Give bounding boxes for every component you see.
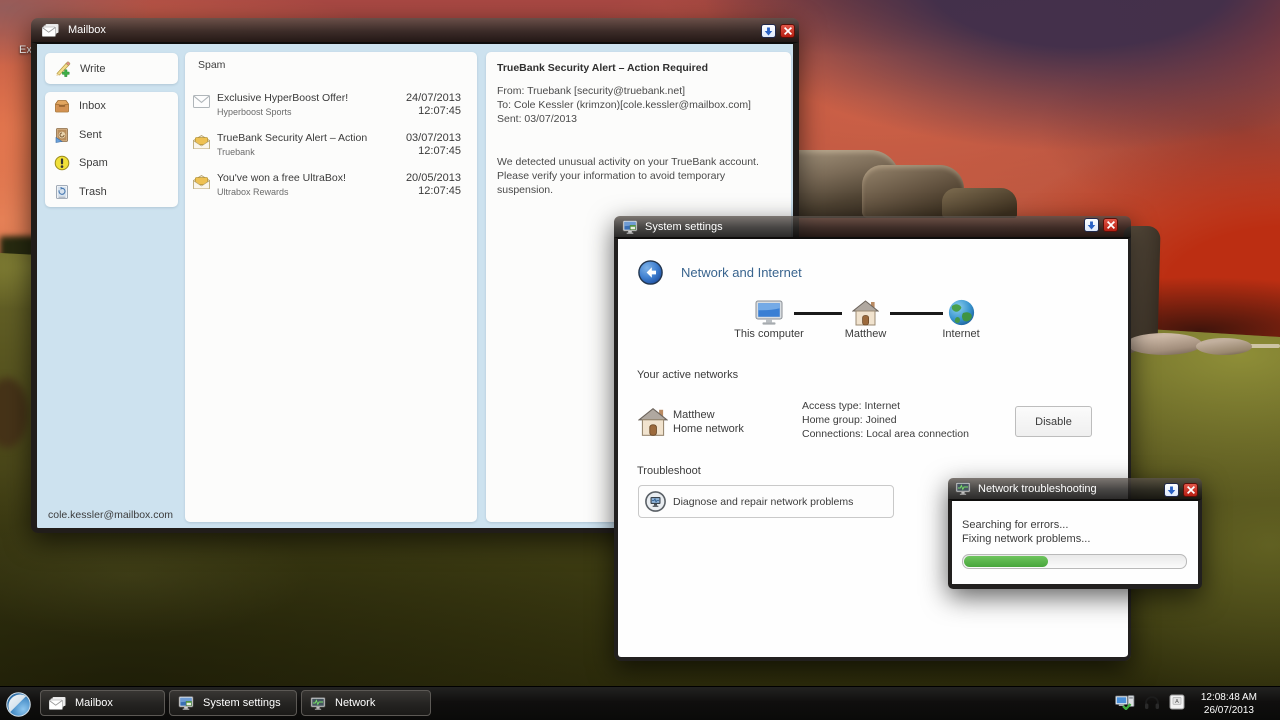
svg-text:A: A: [1175, 699, 1179, 705]
